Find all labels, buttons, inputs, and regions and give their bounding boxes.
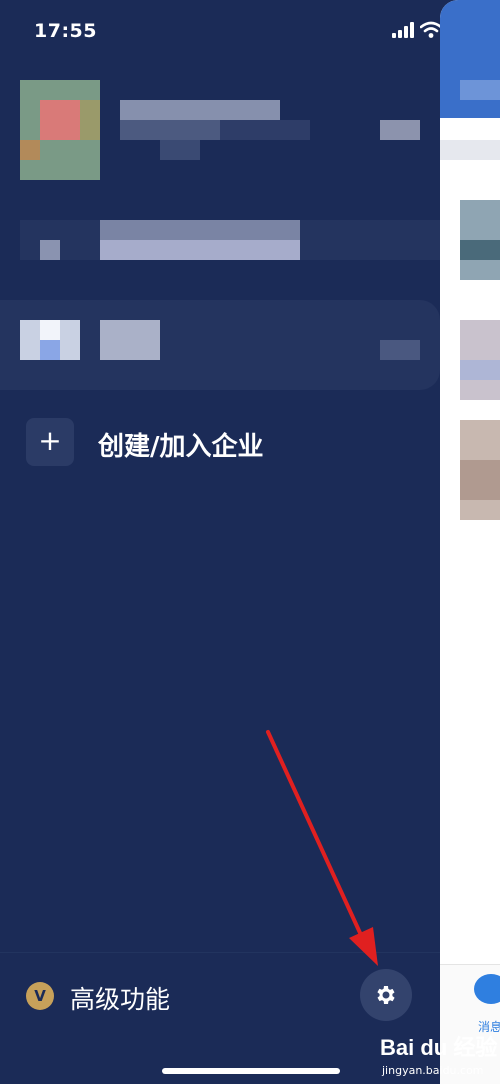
watermark-brand: Bai du 经验 xyxy=(380,1035,498,1060)
watermark-url: jingyan.baidu.com xyxy=(382,1064,484,1077)
home-indicator[interactable] xyxy=(162,1068,340,1074)
annotation-arrow xyxy=(266,730,378,966)
baidu-jingyan-watermark: Bai du 经验 jingyan.baidu.com xyxy=(380,1030,500,1084)
